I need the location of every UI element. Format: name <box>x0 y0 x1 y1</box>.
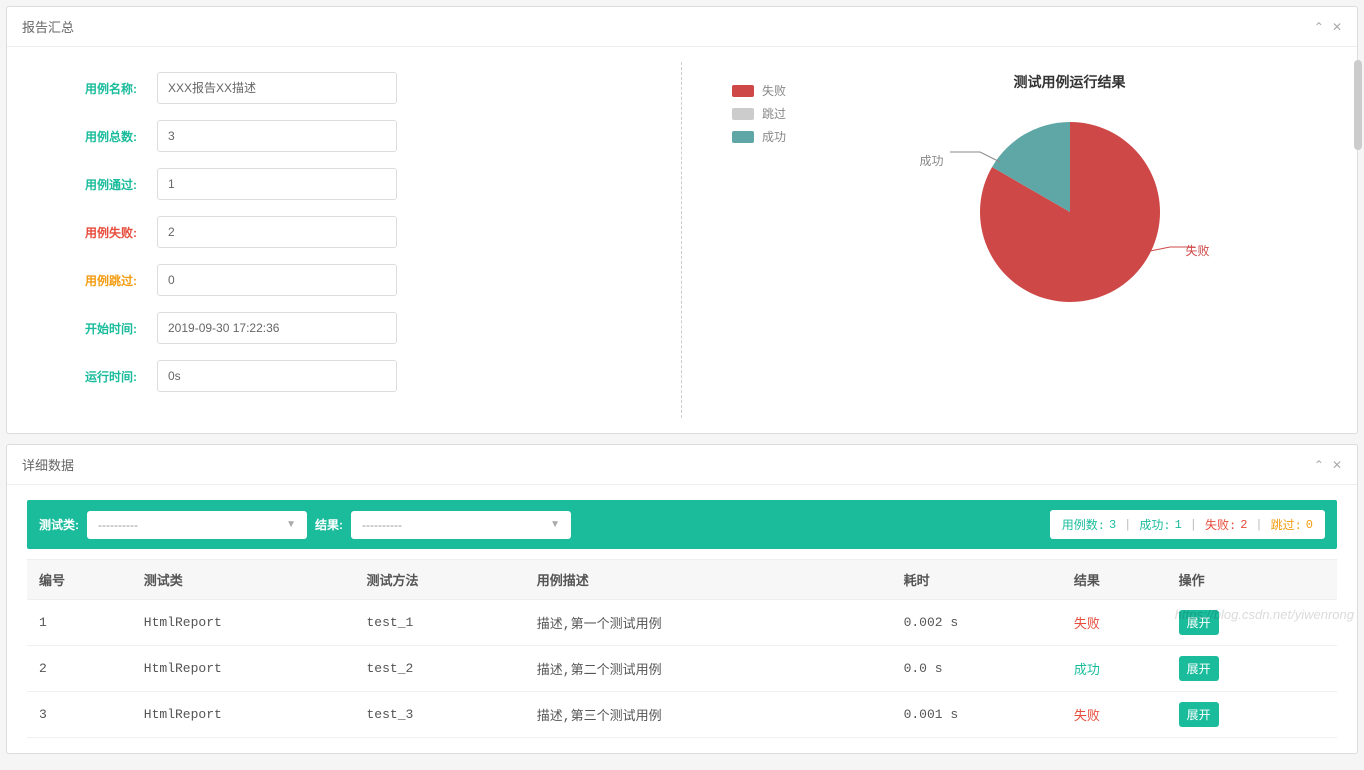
cell-id: 1 <box>27 600 132 646</box>
col-action: 操作 <box>1167 560 1337 600</box>
cell-desc: 描述,第一个测试用例 <box>525 600 892 646</box>
summary-panel-title: 报告汇总 <box>22 17 74 36</box>
watermark: https://blog.csdn.net/yiwenrong <box>1175 607 1354 622</box>
legend-item-skip[interactable]: 跳过 <box>732 105 822 122</box>
summary-panel: 报告汇总 ⌃ ✕ 用例名称: 用例总数: 用例通过: 用例失败: <box>6 6 1358 434</box>
results-table: 编号 测试类 测试方法 用例描述 耗时 结果 操作 1HtmlReporttes… <box>27 559 1337 738</box>
chart-title: 测试用例运行结果 <box>1014 72 1126 92</box>
filter-result-label: 结果: <box>315 516 343 533</box>
input-case-name[interactable] <box>157 72 397 104</box>
cell-result: 失败 <box>1062 692 1167 738</box>
col-time: 耗时 <box>892 560 1062 600</box>
col-class: 测试类 <box>132 560 355 600</box>
legend-swatch-teal <box>732 131 754 143</box>
legend-item-fail[interactable]: 失败 <box>732 82 822 99</box>
detail-panel-header: 详细数据 ⌃ ✕ <box>7 445 1357 485</box>
label-run-time: 运行时间: <box>57 368 137 385</box>
label-passed: 用例通过: <box>57 176 137 193</box>
label-failed: 用例失败: <box>57 224 137 241</box>
cell-method: test_3 <box>354 692 524 738</box>
collapse-icon[interactable]: ⌃ <box>1314 458 1324 472</box>
legend-item-pass[interactable]: 成功 <box>732 128 822 145</box>
detail-panel-title: 详细数据 <box>22 455 74 474</box>
input-failed[interactable] <box>157 216 397 248</box>
pie-label-pass: 成功 <box>920 152 944 169</box>
label-skipped: 用例跳过: <box>57 272 137 289</box>
pie-chart: 成功 失败 <box>970 112 1170 312</box>
label-start-time: 开始时间: <box>57 320 137 337</box>
label-total: 用例总数: <box>57 128 137 145</box>
filter-bar: 测试类: ---------- ▼ 结果: ---------- ▼ 用例数: … <box>27 500 1337 549</box>
table-header-row: 编号 测试类 测试方法 用例描述 耗时 结果 操作 <box>27 560 1337 600</box>
filter-result-select[interactable]: ---------- ▼ <box>351 511 571 539</box>
cell-class: HtmlReport <box>132 692 355 738</box>
legend-swatch-gray <box>732 108 754 120</box>
cell-id: 2 <box>27 646 132 692</box>
cell-method: test_1 <box>354 600 524 646</box>
input-skipped[interactable] <box>157 264 397 296</box>
cell-method: test_2 <box>354 646 524 692</box>
cell-time: 0.0 s <box>892 646 1062 692</box>
cell-id: 3 <box>27 692 132 738</box>
table-row: 1HtmlReporttest_1描述,第一个测试用例0.002 s失败展开 <box>27 600 1337 646</box>
cell-desc: 描述,第三个测试用例 <box>525 692 892 738</box>
summary-panel-header: 报告汇总 ⌃ ✕ <box>7 7 1357 47</box>
label-case-name: 用例名称: <box>57 80 137 97</box>
cell-action: 展开 <box>1167 646 1337 692</box>
summary-form: 用例名称: 用例总数: 用例通过: 用例失败: 用例跳过: 开始时间: <box>27 62 682 418</box>
collapse-icon[interactable]: ⌃ <box>1314 20 1324 34</box>
legend-swatch-red <box>732 85 754 97</box>
cell-desc: 描述,第二个测试用例 <box>525 646 892 692</box>
chevron-down-icon: ▼ <box>286 519 296 530</box>
cell-action: 展开 <box>1167 692 1337 738</box>
cell-class: HtmlReport <box>132 600 355 646</box>
filter-class-select[interactable]: ---------- ▼ <box>87 511 307 539</box>
col-id: 编号 <box>27 560 132 600</box>
col-method: 测试方法 <box>354 560 524 600</box>
cell-class: HtmlReport <box>132 646 355 692</box>
stats-box: 用例数: 3 | 成功: 1 | 失败: 2 | 跳过: 0 <box>1050 510 1325 539</box>
cell-result: 成功 <box>1062 646 1167 692</box>
input-passed[interactable] <box>157 168 397 200</box>
close-icon[interactable]: ✕ <box>1332 458 1342 472</box>
col-desc: 用例描述 <box>525 560 892 600</box>
close-icon[interactable]: ✕ <box>1332 20 1342 34</box>
input-total[interactable] <box>157 120 397 152</box>
expand-button[interactable]: 展开 <box>1179 702 1219 727</box>
table-row: 3HtmlReporttest_3描述,第三个测试用例0.001 s失败展开 <box>27 692 1337 738</box>
filter-class-label: 测试类: <box>39 516 79 533</box>
pie-label-fail: 失败 <box>1185 242 1209 259</box>
chart-legend: 失败 跳过 成功 <box>702 72 822 408</box>
chevron-down-icon: ▼ <box>550 519 560 530</box>
detail-panel: 详细数据 ⌃ ✕ 测试类: ---------- ▼ 结果: ---------… <box>6 444 1358 754</box>
cell-time: 0.001 s <box>892 692 1062 738</box>
input-run-time[interactable] <box>157 360 397 392</box>
table-row: 2HtmlReporttest_2描述,第二个测试用例0.0 s成功展开 <box>27 646 1337 692</box>
cell-time: 0.002 s <box>892 600 1062 646</box>
col-result: 结果 <box>1062 560 1167 600</box>
expand-button[interactable]: 展开 <box>1179 656 1219 681</box>
input-start-time[interactable] <box>157 312 397 344</box>
scrollbar[interactable] <box>1354 60 1362 150</box>
cell-result: 失败 <box>1062 600 1167 646</box>
